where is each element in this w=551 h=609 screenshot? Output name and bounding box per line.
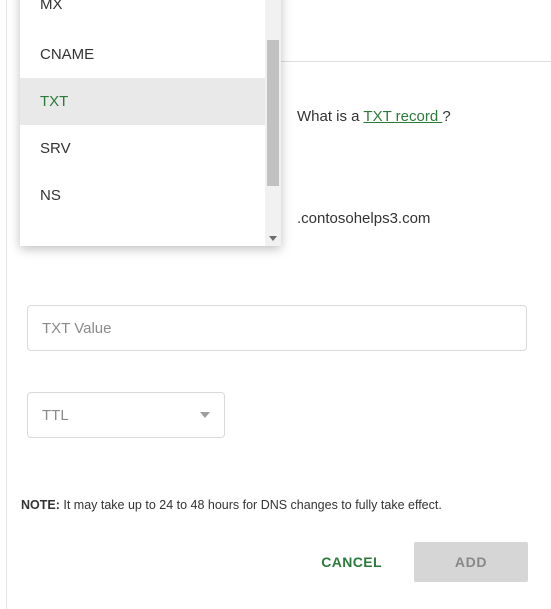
record-type-option-txt[interactable]: TXT	[20, 78, 265, 125]
chevron-down-icon	[200, 412, 210, 418]
help-suffix: ?	[442, 108, 450, 125]
record-type-option-mx[interactable]: MX	[20, 0, 265, 31]
txt-record-help-link[interactable]: TXT record	[363, 108, 442, 125]
option-label: CNAME	[40, 46, 94, 63]
cancel-button[interactable]: CANCEL	[321, 554, 382, 570]
action-bar: CANCEL ADD	[321, 542, 528, 582]
scroll-thumb[interactable]	[267, 40, 279, 186]
ttl-select[interactable]: TTL	[27, 392, 225, 438]
record-type-option-srv[interactable]: SRV	[20, 125, 265, 172]
txt-value-input[interactable]	[27, 305, 527, 351]
scroll-down-arrow[interactable]	[265, 230, 281, 246]
help-text: What is a TXT record ?	[297, 108, 530, 125]
record-type-option-ns[interactable]: NS	[20, 172, 265, 219]
record-type-option-cname[interactable]: CNAME	[20, 31, 265, 78]
chevron-down-icon	[269, 236, 277, 241]
note-text: NOTE: It may take up to 24 to 48 hours f…	[21, 498, 530, 512]
add-button[interactable]: ADD	[414, 542, 528, 582]
record-type-list: MX CNAME TXT SRV NS	[20, 0, 265, 246]
note-body: It may take up to 24 to 48 hours for DNS…	[60, 498, 442, 512]
option-label: SRV	[40, 140, 71, 157]
dropdown-scrollbar[interactable]	[265, 0, 281, 246]
option-label: NS	[40, 187, 61, 204]
ttl-placeholder: TTL	[42, 407, 69, 424]
note-label: NOTE:	[21, 498, 60, 512]
option-label: TXT	[40, 93, 68, 110]
record-type-dropdown: MX CNAME TXT SRV NS	[20, 0, 281, 246]
help-prefix: What is a	[297, 108, 363, 125]
domain-suffix-label: .contosohelps3.com	[297, 210, 430, 227]
option-label: MX	[40, 0, 63, 13]
left-border	[6, 0, 7, 609]
